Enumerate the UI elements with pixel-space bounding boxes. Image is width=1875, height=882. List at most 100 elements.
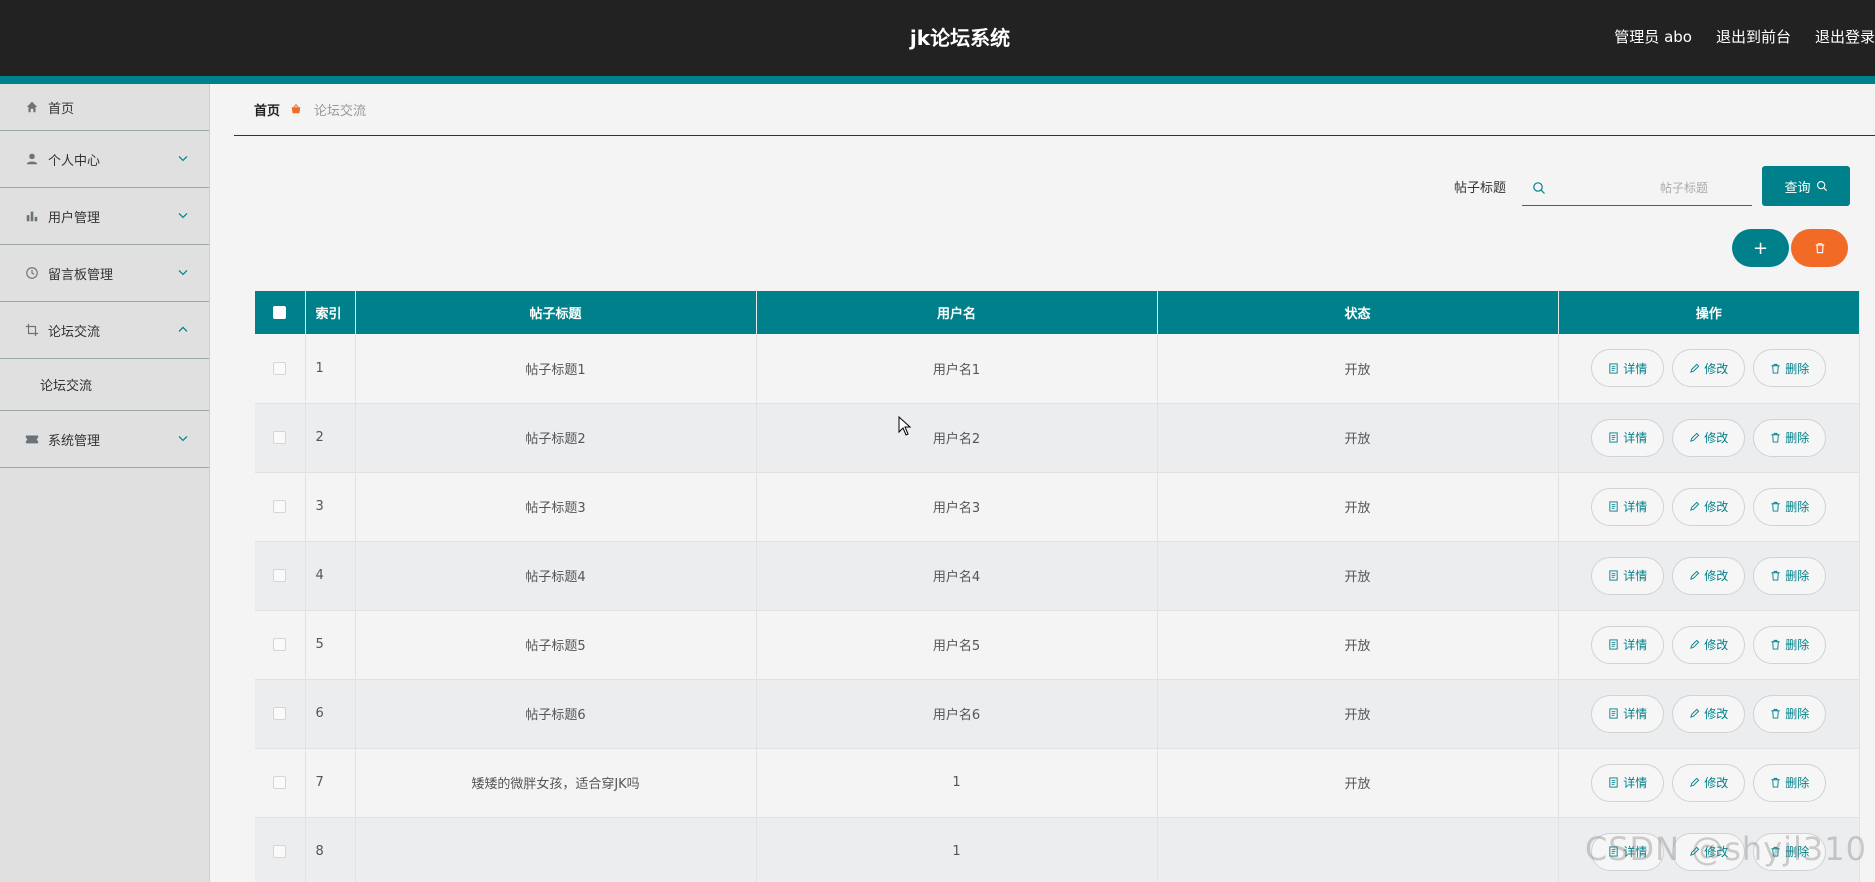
row-edit-button[interactable]: 修改 — [1672, 625, 1746, 664]
sidebar-subitem-label: 论坛交流 — [40, 379, 93, 394]
trash-icon — [1770, 363, 1781, 374]
search-box — [1522, 170, 1752, 206]
edit-icon — [1689, 363, 1700, 374]
chevron-down-icon — [178, 435, 188, 442]
row-edit-button[interactable]: 修改 — [1672, 763, 1746, 802]
edit-icon — [1689, 639, 1700, 650]
trash-icon — [1770, 708, 1781, 719]
app-title: jk论坛系统 — [909, 26, 1011, 50]
query-button[interactable]: 查询 — [1762, 166, 1850, 206]
sidebar-item-system[interactable]: 系统管理 — [0, 411, 209, 468]
row-delete-label: 删除 — [1785, 431, 1810, 445]
sidebar-subitem-forum[interactable]: 论坛交流 — [0, 359, 209, 411]
cell-actions: 详情 修改 删除 — [1558, 403, 1860, 473]
cell-username: 用户名4 — [756, 541, 1158, 611]
table-row: 2 帖子标题2 用户名2 开放 详情 修改 删除 — [255, 403, 1860, 473]
row-select-cell[interactable] — [255, 748, 306, 818]
row-detail-button[interactable]: 详情 — [1591, 763, 1665, 802]
row-edit-button[interactable]: 修改 — [1672, 418, 1746, 457]
row-delete-button[interactable]: 删除 — [1753, 349, 1827, 388]
sidebar-item-messages[interactable]: 留言板管理 — [0, 245, 209, 302]
row-delete-button[interactable]: 删除 — [1753, 556, 1827, 595]
breadcrumb-current: 论坛交流 — [314, 104, 367, 119]
row-delete-label: 删除 — [1785, 707, 1810, 721]
sidebar-item-label: 个人中心 — [48, 153, 101, 169]
row-select-cell[interactable] — [255, 541, 306, 611]
row-checkbox[interactable] — [273, 707, 287, 720]
trash-icon — [1770, 501, 1781, 512]
row-checkbox[interactable] — [273, 845, 287, 858]
breadcrumb-home[interactable]: 首页 — [254, 100, 280, 119]
bar-chart-icon — [24, 208, 40, 224]
sidebar-item-home[interactable]: 首页 — [0, 84, 209, 131]
edit-icon — [1689, 570, 1700, 581]
row-detail-button[interactable]: 详情 — [1591, 349, 1665, 388]
cell-username: 用户名6 — [756, 679, 1158, 749]
row-checkbox[interactable] — [273, 776, 287, 789]
watermark: CSDN @shyjl310 — [1584, 830, 1867, 868]
trash-icon — [1770, 639, 1781, 650]
row-delete-label: 删除 — [1785, 569, 1810, 583]
chevron-down-icon — [178, 155, 188, 162]
row-delete-button[interactable]: 删除 — [1753, 487, 1827, 526]
row-delete-button[interactable]: 删除 — [1753, 694, 1827, 733]
row-detail-button[interactable]: 详情 — [1591, 694, 1665, 733]
select-all-checkbox[interactable] — [273, 306, 287, 319]
row-select-cell[interactable] — [255, 403, 306, 473]
row-detail-label: 详情 — [1623, 361, 1648, 376]
logout-link[interactable]: 退出登录 — [1815, 26, 1875, 47]
row-actions: 详情 修改 删除 — [1559, 625, 1860, 664]
row-select-cell[interactable] — [255, 334, 306, 404]
header-title: 帖子标题 — [355, 291, 757, 334]
header-index: 索引 — [305, 291, 356, 334]
add-button[interactable]: + — [1732, 229, 1789, 267]
table-row: 1 帖子标题1 用户名1 开放 详情 修改 删除 — [255, 334, 1860, 404]
row-detail-button[interactable]: 详情 — [1591, 625, 1665, 664]
row-edit-label: 修改 — [1704, 431, 1729, 445]
row-checkbox[interactable] — [273, 361, 287, 375]
breadcrumb: 首页 论坛交流 — [234, 84, 1875, 136]
row-checkbox[interactable] — [273, 638, 287, 651]
row-edit-button[interactable]: 修改 — [1672, 694, 1746, 733]
user-icon — [24, 151, 40, 167]
sidebar-item-forum[interactable]: 论坛交流 — [0, 302, 209, 359]
sidebar-item-personal[interactable]: 个人中心 — [0, 131, 209, 188]
row-edit-button[interactable]: 修改 — [1672, 349, 1746, 388]
select-all-header[interactable] — [255, 291, 306, 334]
plus-icon: + — [1752, 237, 1769, 259]
trash-icon — [1770, 570, 1781, 581]
sidebar-item-label: 首页 — [48, 101, 75, 117]
row-edit-button[interactable]: 修改 — [1672, 556, 1746, 595]
row-edit-label: 修改 — [1704, 707, 1729, 721]
to-front-link[interactable]: 退出到前台 — [1716, 26, 1791, 47]
crop-icon — [24, 322, 40, 338]
row-select-cell[interactable] — [255, 679, 306, 749]
row-select-cell[interactable] — [255, 610, 306, 680]
row-checkbox[interactable] — [273, 500, 287, 513]
top-accent-bar — [0, 76, 1875, 84]
document-icon — [1608, 363, 1619, 374]
row-delete-button[interactable]: 删除 — [1753, 763, 1827, 802]
row-delete-button[interactable]: 删除 — [1753, 418, 1827, 457]
row-detail-button[interactable]: 详情 — [1591, 556, 1665, 595]
bulk-delete-button[interactable] — [1791, 229, 1848, 267]
table-body: 1 帖子标题1 用户名1 开放 详情 修改 删除 2 帖子标题2 用户名2 开放 详情 修改 删除 3 帖子标… — [255, 334, 1860, 882]
cell-username: 1 — [756, 748, 1158, 818]
sidebar-item-users[interactable]: 用户管理 — [0, 188, 209, 245]
row-checkbox[interactable] — [273, 569, 287, 582]
row-edit-button[interactable]: 修改 — [1672, 487, 1746, 526]
row-checkbox[interactable] — [273, 431, 287, 444]
row-delete-button[interactable]: 删除 — [1753, 625, 1827, 664]
document-icon — [1608, 777, 1619, 788]
cell-index: 8 — [305, 817, 356, 882]
search-input[interactable] — [1546, 180, 1736, 195]
cell-actions: 详情 修改 删除 — [1558, 748, 1860, 818]
row-select-cell[interactable] — [255, 472, 306, 542]
table-row: 7 矮矮的微胖女孩，适合穿JK吗 1 开放 详情 修改 删除 — [255, 748, 1860, 818]
cell-status: 开放 — [1157, 472, 1559, 542]
row-detail-button[interactable]: 详情 — [1591, 487, 1665, 526]
row-select-cell[interactable] — [255, 817, 306, 882]
row-detail-button[interactable]: 详情 — [1591, 418, 1665, 457]
ticket-icon — [24, 431, 40, 447]
row-actions: 详情 修改 删除 — [1559, 487, 1860, 526]
